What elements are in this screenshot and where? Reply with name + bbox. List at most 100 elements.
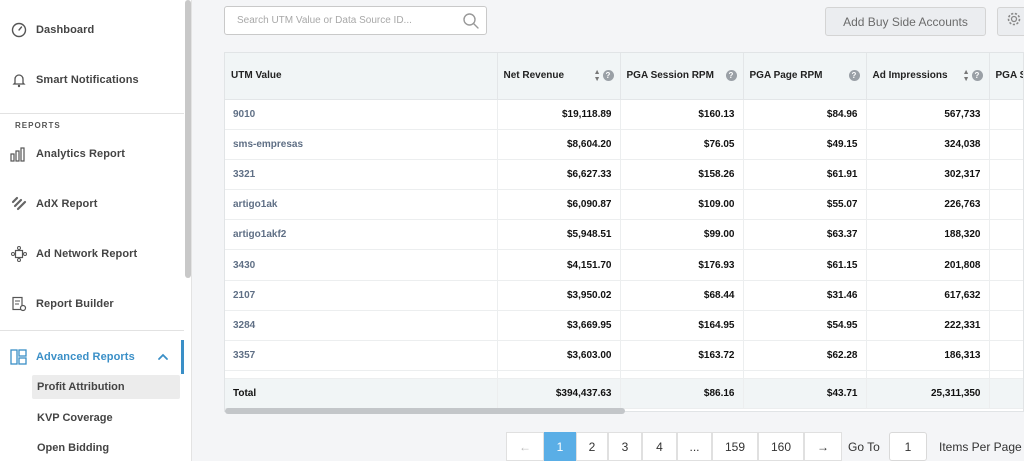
search-input[interactable] [225, 7, 455, 34]
goto-label: Go To [848, 440, 880, 454]
sidebar-item-ad-network-report[interactable]: Ad Network Report [0, 234, 184, 274]
column-header-pga-se[interactable]: PGA Se [989, 53, 1023, 100]
table-cell: $76.05 [620, 129, 744, 160]
utm-value-cell[interactable]: 3430 [225, 249, 498, 281]
column-header-pga-page-rpm[interactable]: PGA Page RPM? [743, 53, 867, 100]
utm-value-cell[interactable]: 9010 [225, 99, 498, 130]
table-cell: $31.46 [743, 280, 867, 311]
table-cell: $61.91 [743, 159, 867, 191]
table-cell: $160.13 [620, 99, 744, 130]
sidebar-item-smart-notifications[interactable]: Smart Notifications [0, 60, 184, 100]
report-gear-icon [10, 295, 28, 313]
table-cell: $3,669.95 [497, 310, 621, 342]
table-cell [989, 99, 1023, 130]
gear-icon [1006, 11, 1022, 32]
data-table: UTM Value Net Revenue ▲ ▼? PGA Session RPM… [225, 53, 1023, 410]
sidebar-item-analytics-report[interactable]: Analytics Report [0, 134, 184, 174]
sidebar-subitem-open-bidding[interactable]: Open Bidding [32, 436, 180, 460]
page-button-1[interactable]: 1 [544, 432, 576, 461]
help-icon[interactable]: ? [971, 70, 983, 82]
page-button-3[interactable]: 3 [608, 432, 642, 461]
table-cell: 201,808 [866, 249, 990, 281]
table-horizontal-scrollbar[interactable] [225, 408, 625, 414]
table-cell: 222,331 [866, 310, 990, 342]
table-cell: $3,603.00 [497, 340, 621, 372]
sidebar-item-adx-report[interactable]: AdX Report [0, 184, 184, 224]
table-cell: $68.44 [620, 280, 744, 311]
column-header-pga-session-rpm[interactable]: PGA Session RPM? [620, 53, 744, 100]
sidebar-item-label: Smart Notifications [36, 74, 139, 86]
chevron-up-icon[interactable] [157, 350, 169, 362]
sidebar-item-report-builder[interactable]: Report Builder [0, 284, 184, 324]
utm-value-cell[interactable]: artigo1akf2 [225, 219, 498, 251]
table-cell: $63.37 [743, 219, 867, 251]
page-button-160[interactable]: 160 [758, 432, 804, 461]
data-table-container: UTM Value Net Revenue ▲ ▼? PGA Session RPM… [224, 52, 1024, 412]
sidebar-subitem-kvp-coverage[interactable]: KVP Coverage [32, 406, 180, 430]
column-header-net-revenue[interactable]: Net Revenue ▲ ▼? [497, 53, 621, 100]
table-cell: 567,733 [866, 99, 990, 130]
sidebar-item-label: Dashboard [36, 24, 95, 36]
table-cell: $3,950.02 [497, 280, 621, 311]
search-icon[interactable] [462, 12, 480, 30]
goto-page-input[interactable] [889, 432, 927, 461]
utm-value-cell[interactable]: 3321 [225, 159, 498, 191]
stacked-layers-icon [10, 195, 28, 213]
table-cell: $176.93 [620, 249, 744, 281]
settings-button[interactable] [997, 7, 1024, 36]
page-button-159[interactable]: 159 [712, 432, 758, 461]
total-cell [989, 378, 1023, 410]
table-cell [989, 310, 1023, 342]
column-header-ad-impressions[interactable]: Ad Impressions ▲ ▼? [866, 53, 990, 100]
sort-icon[interactable]: ▲ ▼ [594, 69, 601, 83]
help-icon[interactable]: ? [725, 70, 737, 82]
sidebar-subitem-profit-attribution[interactable]: Profit Attribution [32, 375, 180, 399]
table-cell: $109.00 [620, 189, 744, 221]
table-cell: $19,118.89 [497, 99, 621, 130]
search-box [224, 6, 487, 35]
table-cell [225, 370, 498, 380]
bell-icon [10, 71, 28, 89]
sidebar-item-label: Advanced Reports [36, 351, 135, 363]
page-button-4[interactable]: 4 [642, 432, 677, 461]
table-cell: $6,627.33 [497, 159, 621, 191]
items-per-page-label: Items Per Page [939, 440, 1022, 454]
table-cell: $54.95 [743, 310, 867, 342]
table-row [225, 370, 1023, 380]
total-cell: $394,437.63 [497, 378, 621, 410]
sidebar-scrollbar[interactable] [185, 0, 191, 278]
utm-value-cell[interactable]: sms-empresas [225, 129, 498, 160]
utm-value-cell[interactable]: 3284 [225, 310, 498, 342]
table-total-row: Total $394,437.63 $86.16 $43.71 25,311,350 [225, 378, 1023, 410]
table-cell [989, 280, 1023, 311]
table-cell: $99.00 [620, 219, 744, 251]
table-row: artigo1ak $6,090.87 $109.00 $55.07 226,763 [225, 189, 1023, 221]
table-cell [989, 340, 1023, 372]
column-header-utm-value[interactable]: UTM Value [225, 53, 498, 100]
table-cell: $163.72 [620, 340, 744, 372]
dashboard-gauge-icon [10, 21, 28, 39]
table-row: 3357 $3,603.00 $163.72 $62.28 186,313 [225, 340, 1023, 372]
table-cell [989, 129, 1023, 160]
sidebar-item-dashboard[interactable]: Dashboard [0, 10, 184, 50]
sidebar-divider [0, 113, 184, 114]
page-button-2[interactable]: 2 [576, 432, 608, 461]
table-cell [989, 219, 1023, 251]
table-cell: $164.95 [620, 310, 744, 342]
help-icon[interactable]: ? [848, 70, 860, 82]
utm-value-cell[interactable]: 3357 [225, 340, 498, 372]
add-buy-side-accounts-button[interactable]: Add Buy Side Accounts [825, 7, 986, 36]
utm-value-cell[interactable]: artigo1ak [225, 189, 498, 221]
help-icon[interactable]: ? [602, 70, 614, 82]
prev-page-button[interactable]: ← [506, 432, 544, 461]
table-cell: $49.15 [743, 129, 867, 160]
table-row: 3430 $4,151.70 $176.93 $61.15 201,808 [225, 249, 1023, 281]
bar-chart-icon [10, 145, 28, 163]
utm-value-cell[interactable]: 2107 [225, 280, 498, 311]
next-page-button[interactable]: → [804, 432, 842, 461]
page-ellipsis[interactable]: ... [677, 432, 712, 461]
sort-icon[interactable]: ▲ ▼ [963, 69, 970, 83]
table-cell: 226,763 [866, 189, 990, 221]
table-cell [866, 370, 990, 380]
table-row: sms-empresas $8,604.20 $76.05 $49.15 324,038 [225, 129, 1023, 160]
